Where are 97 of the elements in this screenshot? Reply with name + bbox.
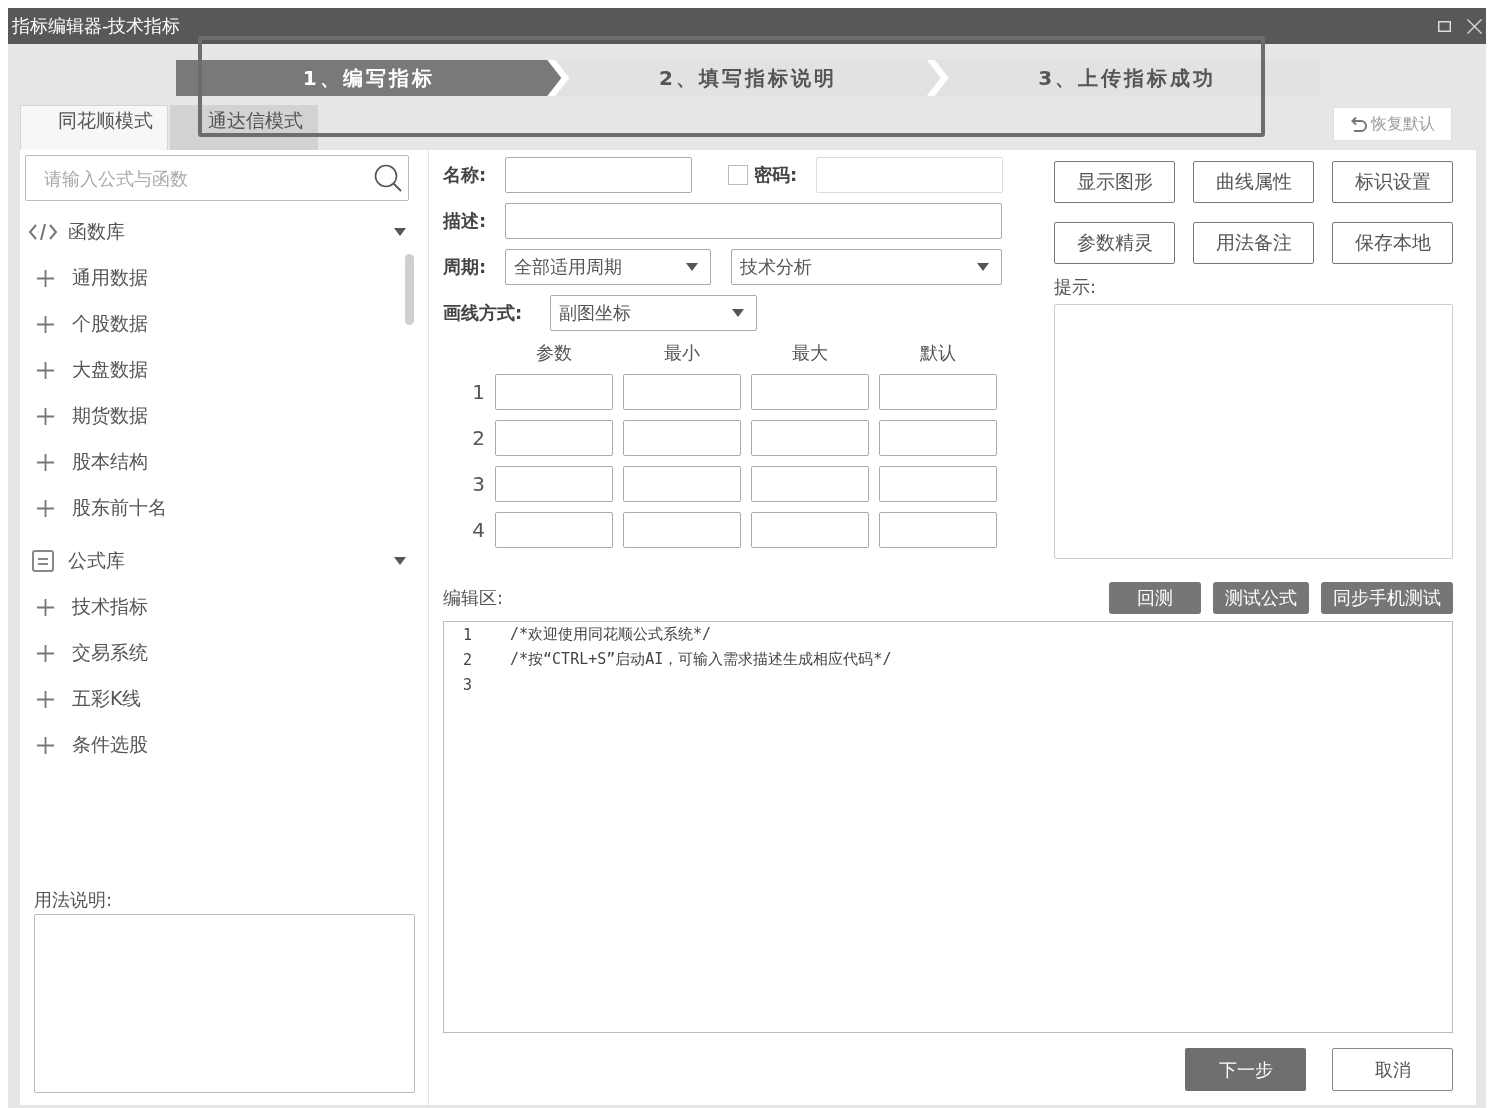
column-header: 默认	[919, 340, 957, 365]
param-input[interactable]	[623, 466, 741, 502]
action-button[interactable]: 显示图形	[1054, 161, 1175, 203]
tree-item[interactable]: 股本结构	[72, 449, 148, 475]
plus-icon[interactable]	[36, 736, 54, 754]
group-header[interactable]: 公式库	[68, 548, 384, 574]
code-line: /*按“CTRL+S”启动AI，可输入需求描述生成相应代码*/	[510, 650, 892, 669]
tree-item[interactable]: 交易系统	[72, 640, 148, 666]
wizard-step: 2、填写指标说明	[555, 60, 941, 96]
draw-mode-dropdown[interactable]: 副图坐标	[550, 295, 757, 331]
param-input[interactable]	[879, 466, 997, 502]
action-button[interactable]: 参数精灵	[1054, 222, 1175, 264]
tree-item[interactable]: 技术指标	[72, 594, 148, 620]
code-line: /*欢迎使用同花顺公式系统*/	[510, 625, 712, 644]
period-dropdown[interactable]: 全部适用周期	[505, 249, 711, 285]
param-input[interactable]	[623, 420, 741, 456]
param-input[interactable]	[751, 374, 869, 410]
scrollbar-thumb[interactable]	[405, 254, 414, 325]
password-label: 密码:	[754, 163, 799, 187]
group-header[interactable]: 函数库	[68, 219, 384, 245]
name-input[interactable]	[505, 157, 692, 193]
mode-tab[interactable]: 通达信模式	[170, 105, 318, 150]
param-input[interactable]	[879, 420, 997, 456]
wizard-step: 3、上传指标成功	[934, 60, 1320, 96]
plus-icon[interactable]	[36, 269, 54, 287]
plus-icon[interactable]	[36, 315, 54, 333]
line-number: 3	[462, 675, 474, 694]
description-input[interactable]	[505, 203, 1002, 239]
description-label: 描述:	[443, 209, 488, 233]
tree-item[interactable]: 大盘数据	[72, 357, 148, 383]
plus-icon[interactable]	[36, 499, 54, 517]
param-input[interactable]	[751, 466, 869, 502]
param-input[interactable]	[495, 512, 613, 548]
param-input[interactable]	[623, 374, 741, 410]
caret-icon	[977, 263, 989, 271]
collapse-caret-icon[interactable]	[394, 557, 406, 565]
code-icon	[28, 223, 58, 241]
param-input[interactable]	[623, 512, 741, 548]
tree-item[interactable]: 五彩K线	[72, 686, 142, 712]
plus-icon[interactable]	[36, 644, 54, 662]
caret-icon	[732, 309, 744, 317]
mode-tab[interactable]: 同花顺模式	[20, 105, 168, 150]
tree-item[interactable]: 股东前十名	[72, 495, 167, 521]
plus-icon[interactable]	[36, 690, 54, 708]
draw-mode-label: 画线方式:	[443, 301, 524, 325]
plus-icon[interactable]	[36, 598, 54, 616]
caret-icon	[686, 263, 698, 271]
category-dropdown[interactable]: 技术分析	[731, 249, 1002, 285]
code-editor[interactable]: 1 /*欢迎使用同花顺公式系统*/ 2 /*按“CTRL+S”启动AI，可输入需求描述生成相应代码*/ 3	[443, 621, 1453, 1033]
maximize-icon[interactable]	[1438, 20, 1451, 32]
cancel-button[interactable]: 取消	[1332, 1048, 1453, 1091]
param-input[interactable]	[751, 420, 869, 456]
next-button[interactable]: 下一步	[1185, 1048, 1306, 1091]
row-number: 2	[471, 426, 485, 450]
row-number: 1	[471, 380, 485, 404]
search-field[interactable]: 请输入公式与函数	[25, 155, 409, 201]
close-icon[interactable]	[1467, 18, 1482, 34]
plus-icon[interactable]	[36, 361, 54, 379]
param-input[interactable]	[751, 512, 869, 548]
undo-icon	[1350, 115, 1367, 133]
param-input[interactable]	[495, 420, 613, 456]
password-input[interactable]	[816, 157, 1003, 193]
editor-button[interactable]: 同步手机测试	[1321, 582, 1453, 614]
list-icon	[32, 550, 54, 572]
editor-button[interactable]: 测试公式	[1213, 582, 1309, 614]
column-header: 最大	[791, 340, 829, 365]
row-number: 4	[471, 518, 485, 542]
action-button[interactable]: 用法备注	[1193, 222, 1314, 264]
usage-label: 用法说明:	[34, 889, 114, 911]
row-number: 3	[471, 472, 485, 496]
line-number: 1	[462, 625, 474, 644]
name-label: 名称:	[443, 163, 488, 187]
param-input[interactable]	[495, 374, 613, 410]
wizard-step: 1、编写指标	[176, 60, 562, 96]
password-checkbox[interactable]	[728, 165, 748, 185]
tree-item[interactable]: 条件选股	[72, 732, 148, 758]
action-button[interactable]: 曲线属性	[1193, 161, 1314, 203]
action-button[interactable]: 标识设置	[1332, 161, 1453, 203]
plus-icon[interactable]	[36, 407, 54, 425]
column-header: 参数	[535, 340, 573, 365]
hint-label: 提示:	[1054, 276, 1098, 298]
tree-item[interactable]: 通用数据	[72, 265, 148, 291]
collapse-caret-icon[interactable]	[394, 228, 406, 236]
column-header: 最小	[663, 340, 701, 365]
tree-item[interactable]: 个股数据	[72, 311, 148, 337]
param-input[interactable]	[495, 466, 613, 502]
window-title: 指标编辑器-技术指标	[12, 14, 181, 38]
tree-item[interactable]: 期货数据	[72, 403, 148, 429]
action-button[interactable]: 保存本地	[1332, 222, 1453, 264]
period-label: 周期:	[443, 255, 488, 279]
line-number: 2	[462, 650, 474, 669]
param-input[interactable]	[879, 374, 997, 410]
param-input[interactable]	[879, 512, 997, 548]
search-icon[interactable]	[374, 164, 402, 192]
editor-button[interactable]: 回测	[1109, 582, 1201, 614]
editor-label: 编辑区:	[443, 587, 504, 609]
plus-icon[interactable]	[36, 453, 54, 471]
